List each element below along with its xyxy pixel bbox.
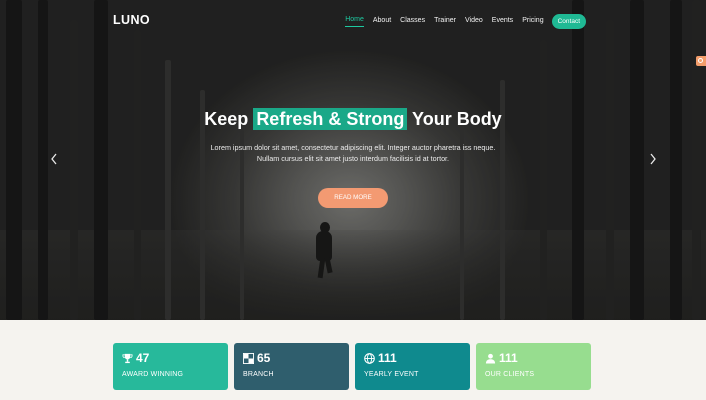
nav-classes[interactable]: Classes [400,17,425,27]
user-icon [485,353,496,364]
main-menu: Home About Classes Trainer Video Events … [336,14,586,29]
gear-icon [698,58,703,63]
stat-card-awards: 47 AWARD WINNING [113,343,228,390]
top-navbar: LUNO Home About Classes Trainer Video Ev… [0,0,706,40]
stat-label: BRANCH [243,371,274,378]
nav-events[interactable]: Events [492,17,513,27]
settings-tab[interactable] [696,56,706,66]
nav-about[interactable]: About [373,17,391,27]
chevron-right-icon [650,153,656,165]
contact-button[interactable]: Contact [551,14,586,29]
stat-label: YEARLY EVENT [364,371,419,378]
hero-subtitle-line: Nullam cursus elit sit amet justo interd… [256,154,450,163]
checker-icon [243,352,254,364]
stat-card-events: 111 YEARLY EVENT [355,343,470,390]
nav-home[interactable]: Home [345,16,364,27]
stat-label: AWARD WINNING [122,371,184,378]
nav-pricing[interactable]: Pricing [522,17,543,27]
brand-logo[interactable]: LUNO [113,13,150,27]
hero-title-end: Your Body [412,109,502,129]
hero-title-start: Keep [204,109,249,129]
hero-title: Keep Refresh & Strong Your Body [0,108,706,130]
stat-card-branch: 65 BRANCH [234,343,349,390]
chevron-left-icon [51,153,57,165]
stat-value: 111 [499,351,518,365]
nav-video[interactable]: Video [465,17,483,27]
hero-subtitle-line: Lorem ipsum dolor sit amet, consectetur … [210,143,496,152]
trophy-icon [122,353,133,363]
hero-subtitle: Lorem ipsum dolor sit amet, consectetur … [190,142,516,164]
globe-icon [364,352,375,364]
stat-value: 111 [378,351,397,365]
slider-prev-button[interactable] [50,153,58,168]
read-more-button[interactable]: READ MORE [318,188,388,208]
stats-row: 47 AWARD WINNING 65 BRANCH 111 YEARLY EV… [113,343,591,390]
stat-value: 47 [136,351,150,365]
stat-card-clients: 111 OUR CLIENTS [476,343,591,390]
slider-next-button[interactable] [649,153,657,168]
stat-label: OUR CLIENTS [485,371,535,378]
hero-title-highlight: Refresh & Strong [253,108,408,130]
nav-trainer[interactable]: Trainer [434,17,456,27]
stat-value: 65 [257,351,271,365]
